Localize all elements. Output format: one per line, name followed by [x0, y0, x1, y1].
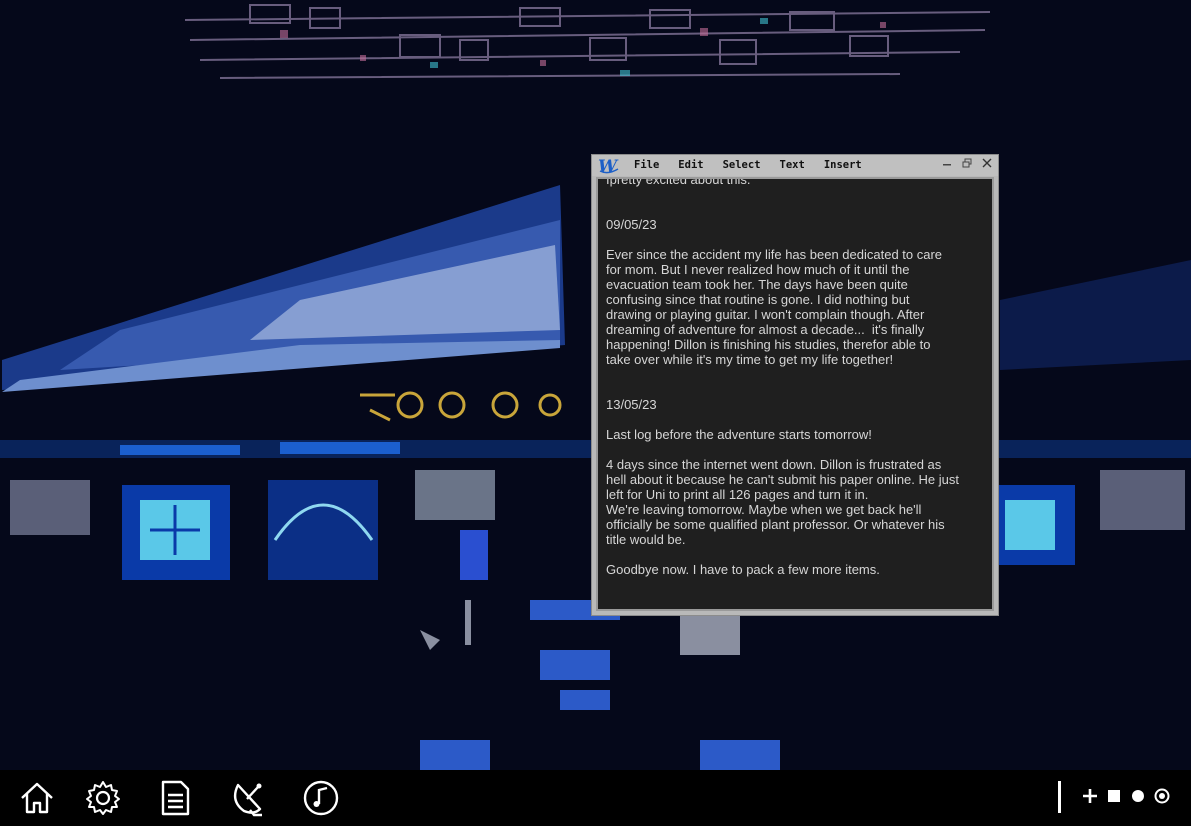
dot-icon[interactable]: [1128, 786, 1148, 806]
minimize-icon[interactable]: [940, 156, 954, 170]
taskbar-separator: [1058, 781, 1061, 813]
close-icon[interactable]: [980, 156, 994, 170]
document-icon[interactable]: [156, 779, 194, 817]
restore-icon[interactable]: [960, 156, 974, 170]
home-icon[interactable]: [18, 779, 56, 817]
document-area[interactable]: Ipretty excited about this. 09/05/23 Eve…: [596, 177, 994, 611]
menu-bar: File Edit Select Text Insert: [634, 159, 881, 171]
menu-insert[interactable]: Insert: [824, 159, 862, 171]
document-text[interactable]: Ipretty excited about this. 09/05/23 Eve…: [606, 179, 992, 577]
menu-file[interactable]: File: [634, 159, 659, 171]
editor-titlebar[interactable]: W File Edit Select Text Insert: [592, 155, 998, 177]
w-logo-icon[interactable]: W: [598, 157, 620, 177]
text-editor-window[interactable]: W File Edit Select Text Insert Ipretty e…: [591, 154, 999, 616]
satellite-dish-icon[interactable]: [228, 779, 266, 817]
menu-select[interactable]: Select: [723, 159, 761, 171]
target-icon[interactable]: [1152, 786, 1172, 806]
settings-gear-icon[interactable]: [84, 779, 122, 817]
square-icon[interactable]: [1104, 786, 1124, 806]
taskbar: [0, 770, 1191, 826]
menu-edit[interactable]: Edit: [678, 159, 703, 171]
menu-text[interactable]: Text: [780, 159, 805, 171]
plus-icon[interactable]: [1080, 786, 1100, 806]
window-controls: [940, 156, 994, 170]
music-note-icon[interactable]: [302, 779, 340, 817]
